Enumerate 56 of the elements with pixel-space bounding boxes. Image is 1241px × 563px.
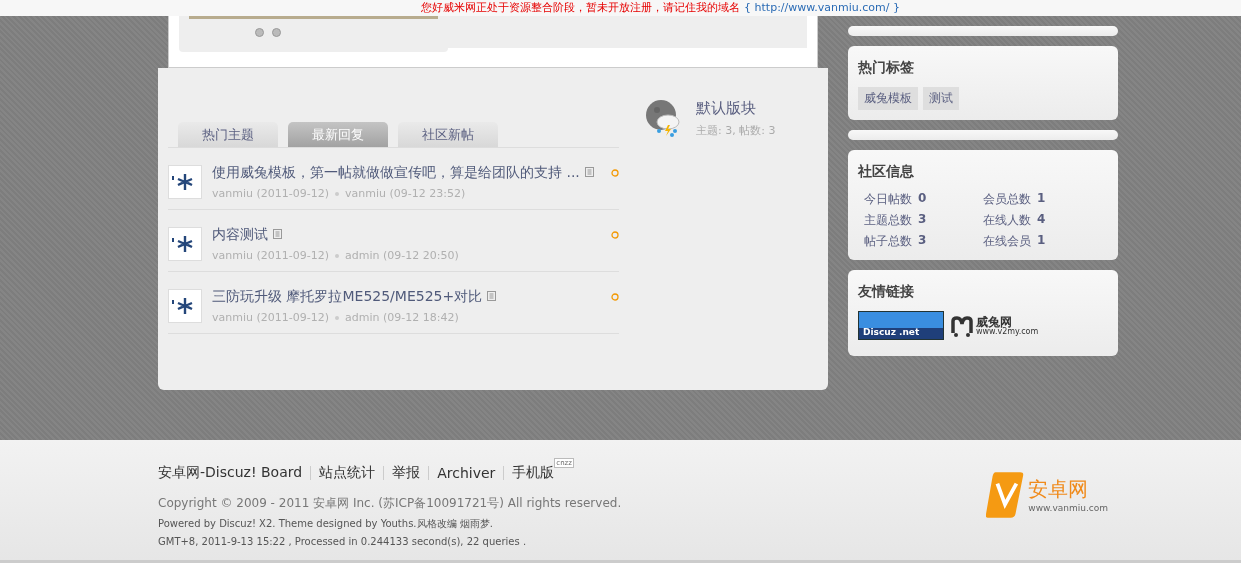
avatar-icon — [168, 227, 202, 261]
tab[interactable]: 社区新帖 — [398, 122, 498, 147]
stat-label: 在线会员 — [983, 233, 1031, 250]
powered-by-text: Powered by Discuz! X2. Theme designed by Youths.风格改编 烟雨梦. — [158, 517, 494, 531]
circle-icon — [611, 231, 619, 239]
domain-link[interactable]: { http://www.vanmiu.com/ } — [744, 1, 900, 15]
footer-link[interactable]: 安卓网-Discuz! Board — [158, 464, 303, 482]
stat-value: 0 — [918, 191, 927, 207]
stat-value: 1 — [1037, 233, 1046, 249]
document-icon — [273, 229, 283, 240]
footer-link[interactable]: 举报 — [392, 464, 421, 482]
last-reply: admin (09-12 20:50) — [345, 249, 459, 262]
stat-value: 4 — [1037, 212, 1046, 228]
circle-icon — [611, 169, 619, 177]
stat-value: 3 — [918, 233, 927, 249]
slide-dot[interactable] — [255, 28, 264, 37]
notice-text: 您好威米网正处于资源整合阶段，暂未开放注册，请记住我的域名 — [421, 1, 741, 15]
tag[interactable]: 威兔模板 — [858, 87, 918, 110]
timing-text: GMT+8, 2011-9-13 15:22 , Processed in 0.244133 second(s), 22 queries . — [158, 536, 528, 547]
slide-dot[interactable] — [272, 28, 281, 37]
tag[interactable]: 测试 — [923, 87, 959, 110]
link-logo[interactable]: 威兔网 www.v2my.com — [950, 314, 1039, 337]
thread-author: vanmiu (2011-09-12) — [212, 311, 329, 324]
tab[interactable]: 热门主题 — [178, 122, 278, 147]
link-logo[interactable]: Discuz .net — [858, 311, 944, 340]
thread-author: vanmiu (2011-09-12) — [212, 249, 329, 262]
document-icon — [584, 167, 595, 178]
site-logo[interactable]: 安卓网 www.vanmiu.com — [986, 468, 1108, 520]
footer-link[interactable]: 手机版 — [512, 464, 555, 482]
thread-title[interactable]: 三防玩升级 摩托罗拉ME525/ME525+对比 — [212, 288, 483, 304]
circle-icon — [611, 293, 619, 301]
card-title: 社区信息 — [858, 163, 915, 181]
avatar-icon — [168, 165, 202, 199]
thread-title[interactable]: 内容测试 — [212, 226, 268, 242]
thread-author: vanmiu (2011-09-12) — [212, 187, 329, 200]
last-reply: vanmiu (09-12 23:52) — [345, 187, 466, 200]
stat-label: 在线人数 — [983, 212, 1031, 229]
card-title: 热门标签 — [858, 59, 915, 77]
stat-label: 会员总数 — [983, 191, 1031, 208]
stat-label: 今日帖数 — [864, 191, 912, 208]
stat-label: 主题总数 — [864, 212, 912, 229]
forum-stats: 主题: 3, 帖数: 3 — [696, 123, 776, 138]
avatar-icon — [168, 289, 202, 323]
copyright-text: Copyright © 2009 - 2011 安卓网 Inc. (苏ICP备10091721号) All rights reserved. — [158, 495, 622, 512]
thread-title[interactable]: 使用威兔模板，第一帖就做做宣传吧，算是给团队的支持 ... — [212, 164, 580, 180]
stat-value: 1 — [1037, 191, 1046, 207]
v-logo-icon — [986, 470, 1025, 518]
forum-name[interactable]: 默认版块 — [696, 99, 776, 118]
stat-label: 帖子总数 — [864, 233, 912, 250]
card-title: 友情链接 — [858, 283, 915, 301]
last-reply: admin (09-12 18:42) — [345, 311, 459, 324]
document-icon — [487, 291, 498, 302]
footer-link[interactable]: 站点统计 — [319, 464, 376, 482]
stat-value: 3 — [918, 212, 927, 228]
footer-link[interactable]: Archiver — [437, 465, 496, 481]
m-logo-icon — [950, 314, 974, 337]
